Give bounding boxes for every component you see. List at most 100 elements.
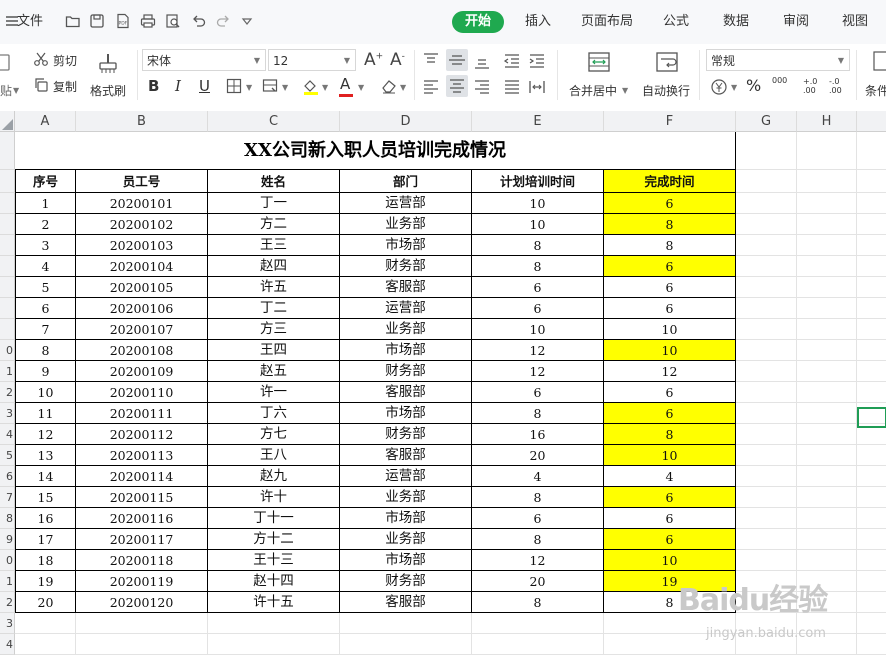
grid-cell[interactable]	[797, 214, 857, 235]
conditional-format-icon[interactable]	[872, 50, 886, 72]
thousands-separator-button[interactable]: 000	[772, 76, 787, 85]
customize-dropdown-icon[interactable]	[239, 13, 255, 29]
table-cell[interactable]: 6	[472, 277, 604, 298]
grid-cell[interactable]	[857, 319, 886, 340]
save-icon[interactable]	[89, 13, 105, 29]
row-header-21[interactable]: 1	[0, 571, 15, 592]
table-cell[interactable]: 20200102	[76, 214, 208, 235]
table-cell[interactable]: 20200108	[76, 340, 208, 361]
grid-cell[interactable]	[472, 613, 604, 634]
table-cell[interactable]: 20200109	[76, 361, 208, 382]
table-cell[interactable]: 客服部	[340, 277, 472, 298]
row-header-11[interactable]: 1	[0, 361, 15, 382]
row-header-2[interactable]	[0, 170, 15, 193]
table-cell[interactable]: 8	[472, 235, 604, 256]
row-header-20[interactable]: 0	[0, 550, 15, 571]
grid-cell[interactable]	[736, 214, 797, 235]
wrap-text-button[interactable]: 自动换行	[642, 82, 690, 99]
table-cell[interactable]: 20200116	[76, 508, 208, 529]
grid-cell[interactable]	[340, 634, 472, 655]
format-painter-button[interactable]: 格式刷	[90, 82, 126, 99]
table-cell[interactable]: 许十五	[208, 592, 340, 613]
percent-button[interactable]: %	[746, 76, 761, 95]
file-menu[interactable]: 文件	[17, 0, 43, 44]
row-header-14[interactable]: 4	[0, 424, 15, 445]
table-cell[interactable]: 10	[604, 445, 736, 466]
row-header-1[interactable]	[0, 132, 15, 170]
table-cell[interactable]: 11	[15, 403, 76, 424]
border-icon[interactable]	[226, 78, 242, 94]
grid-cell[interactable]	[736, 466, 797, 487]
grid-cell[interactable]	[797, 277, 857, 298]
table-cell[interactable]: 运营部	[340, 298, 472, 319]
grid-cell[interactable]	[736, 550, 797, 571]
table-cell[interactable]: 方七	[208, 424, 340, 445]
undo-icon[interactable]	[191, 13, 207, 29]
table-cell[interactable]: 20	[472, 445, 604, 466]
table-cell[interactable]: 20200103	[76, 235, 208, 256]
grid-cell[interactable]	[736, 445, 797, 466]
table-cell[interactable]: 12	[472, 340, 604, 361]
grid-cell[interactable]	[736, 361, 797, 382]
grid-cell[interactable]	[857, 193, 886, 214]
table-cell[interactable]: 20200118	[76, 550, 208, 571]
table-cell[interactable]: 9	[15, 361, 76, 382]
tab-page-layout[interactable]: 页面布局	[581, 0, 633, 44]
column-header-c[interactable]: C	[208, 111, 340, 132]
table-cell[interactable]: 6	[472, 508, 604, 529]
grid-cell[interactable]	[736, 382, 797, 403]
table-cell[interactable]: 市场部	[340, 340, 472, 361]
grid-cell[interactable]	[797, 550, 857, 571]
row-header-10[interactable]: 0	[0, 340, 15, 361]
grid-cell[interactable]	[857, 550, 886, 571]
row-header-22[interactable]: 2	[0, 592, 15, 613]
scissors-icon[interactable]	[33, 51, 49, 67]
row-header-18[interactable]: 8	[0, 508, 15, 529]
align-bottom-icon[interactable]	[472, 51, 492, 71]
font-color-icon[interactable]: A	[340, 75, 360, 95]
grid-cell[interactable]	[857, 487, 886, 508]
grid-cell[interactable]	[15, 634, 76, 655]
table-cell[interactable]: 客服部	[340, 592, 472, 613]
table-cell[interactable]: 17	[15, 529, 76, 550]
font-name-dropdown[interactable]: 宋体 ▼	[142, 49, 266, 71]
header-id[interactable]: 序号	[15, 170, 76, 193]
chevron-down-icon[interactable]: ▼	[731, 83, 737, 92]
table-cell[interactable]: 12	[472, 550, 604, 571]
grid-cell[interactable]	[857, 298, 886, 319]
table-cell[interactable]: 市场部	[340, 508, 472, 529]
eraser-icon[interactable]	[380, 77, 398, 95]
table-cell[interactable]: 4	[15, 256, 76, 277]
table-cell[interactable]: 20200112	[76, 424, 208, 445]
table-cell[interactable]: 赵十四	[208, 571, 340, 592]
grid-cell[interactable]	[76, 634, 208, 655]
table-cell[interactable]: 6	[604, 256, 736, 277]
distributed-align-icon[interactable]	[527, 77, 547, 97]
increase-indent-icon[interactable]	[527, 51, 547, 71]
table-cell[interactable]: 20200119	[76, 571, 208, 592]
chevron-down-icon[interactable]: ▼	[246, 83, 252, 92]
grid-cell[interactable]	[736, 529, 797, 550]
row-header-17[interactable]: 7	[0, 487, 15, 508]
grid-cell[interactable]	[857, 256, 886, 277]
table-cell[interactable]: 6	[472, 298, 604, 319]
tab-data[interactable]: 数据	[723, 0, 749, 44]
font-size-dropdown[interactable]: 12 ▼	[268, 49, 356, 71]
chevron-down-icon[interactable]: ▼	[400, 83, 406, 92]
open-folder-icon[interactable]	[65, 13, 81, 29]
align-right-icon[interactable]	[472, 77, 492, 97]
table-cell[interactable]: 客服部	[340, 445, 472, 466]
table-cell[interactable]: 方三	[208, 319, 340, 340]
table-cell[interactable]: 5	[15, 277, 76, 298]
grid-cell[interactable]	[857, 170, 886, 193]
grid-cell[interactable]	[736, 298, 797, 319]
table-cell[interactable]: 20200110	[76, 382, 208, 403]
table-cell[interactable]: 业务部	[340, 319, 472, 340]
decrease-decimal-button[interactable]: -.0 .00	[829, 77, 847, 95]
grid-cell[interactable]	[797, 424, 857, 445]
table-cell[interactable]: 16	[472, 424, 604, 445]
table-cell[interactable]: 丁一	[208, 193, 340, 214]
table-cell[interactable]: 业务部	[340, 529, 472, 550]
cell-style-icon[interactable]	[262, 78, 280, 94]
table-cell[interactable]: 8	[472, 403, 604, 424]
